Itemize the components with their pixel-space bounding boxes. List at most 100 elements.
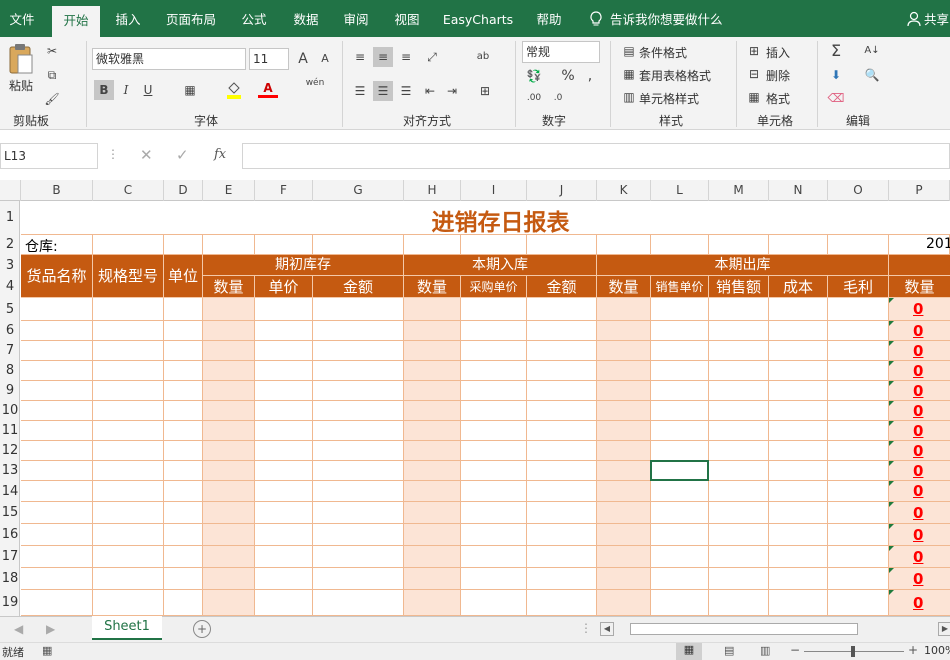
align-bottom-icon[interactable]: ≡ xyxy=(396,47,416,67)
underline-button[interactable]: U xyxy=(138,80,158,100)
cell[interactable] xyxy=(828,421,889,441)
cell[interactable] xyxy=(597,381,651,401)
cell[interactable] xyxy=(313,481,404,502)
cell[interactable] xyxy=(203,235,255,255)
increase-decimal-icon[interactable]: .00 xyxy=(524,88,544,108)
cell[interactable] xyxy=(709,524,769,546)
align-center-icon[interactable]: ☰ xyxy=(373,81,393,101)
cell[interactable] xyxy=(651,421,709,441)
cell[interactable] xyxy=(203,590,255,616)
cell[interactable] xyxy=(709,298,769,321)
cell[interactable] xyxy=(461,502,527,524)
cell[interactable] xyxy=(255,235,313,255)
cell[interactable] xyxy=(404,568,461,590)
row-header-17[interactable]: 17 xyxy=(0,546,20,568)
cell-p-value[interactable]: 0 xyxy=(889,524,950,546)
row-header-6[interactable]: 6 xyxy=(0,321,20,341)
tab-formulas[interactable]: 公式 xyxy=(232,0,276,37)
cell[interactable] xyxy=(651,441,709,461)
row-header-14[interactable]: 14 xyxy=(0,481,20,502)
cell[interactable] xyxy=(828,524,889,546)
cell[interactable] xyxy=(313,461,404,481)
zoom-slider-thumb[interactable] xyxy=(851,646,855,657)
cell[interactable] xyxy=(597,461,651,481)
zoom-in-icon[interactable]: + xyxy=(908,643,918,657)
cell[interactable] xyxy=(597,441,651,461)
cell[interactable] xyxy=(651,546,709,568)
normal-view-icon[interactable]: ▦ xyxy=(676,643,702,660)
conditional-format-button[interactable]: 条件格式 xyxy=(639,44,687,61)
row-header-3[interactable]: 3 xyxy=(0,255,20,276)
scroll-right-icon[interactable]: ▶ xyxy=(938,622,950,636)
cell[interactable] xyxy=(164,502,203,524)
cell[interactable] xyxy=(461,235,527,255)
cell[interactable] xyxy=(93,481,164,502)
cell[interactable] xyxy=(597,568,651,590)
cell-p-value[interactable]: 0 xyxy=(889,502,950,524)
cell[interactable] xyxy=(461,441,527,461)
zoom-level[interactable]: 100% xyxy=(924,644,950,657)
italic-button[interactable]: I xyxy=(116,80,136,100)
cell[interactable] xyxy=(93,524,164,546)
cell[interactable] xyxy=(651,341,709,361)
cell[interactable] xyxy=(651,524,709,546)
zoom-out-icon[interactable]: − xyxy=(790,643,800,657)
cell-p-value[interactable]: 0 xyxy=(889,461,950,481)
cell[interactable] xyxy=(828,298,889,321)
cell[interactable] xyxy=(21,321,93,341)
format-painter-icon[interactable]: 🖌 xyxy=(42,89,62,109)
column-header-b[interactable]: B xyxy=(21,180,93,201)
cell[interactable] xyxy=(21,361,93,381)
cell[interactable] xyxy=(255,381,313,401)
cell[interactable] xyxy=(93,235,164,255)
row-header-10[interactable]: 10 xyxy=(0,401,20,421)
cell[interactable] xyxy=(21,502,93,524)
column-header-c[interactable]: C xyxy=(93,180,164,201)
split-handle-icon[interactable]: ⋮ xyxy=(580,621,592,635)
cell[interactable] xyxy=(527,546,597,568)
align-right-icon[interactable]: ☰ xyxy=(396,81,416,101)
cell[interactable] xyxy=(709,361,769,381)
scroll-sheets-left-icon[interactable]: ◀ xyxy=(14,622,23,636)
tab-page-layout[interactable]: 页面布局 xyxy=(158,0,224,37)
cell[interactable] xyxy=(709,381,769,401)
borders-icon[interactable]: ▦ xyxy=(180,80,200,100)
cell[interactable] xyxy=(597,524,651,546)
tell-me-search[interactable]: 告诉我你想要做什么 xyxy=(610,0,730,37)
cell[interactable] xyxy=(203,421,255,441)
cell[interactable] xyxy=(709,481,769,502)
cell[interactable] xyxy=(597,321,651,341)
column-header-n[interactable]: N xyxy=(769,180,828,201)
scroll-left-icon[interactable]: ◀ xyxy=(600,622,614,636)
cell[interactable] xyxy=(527,401,597,421)
tab-review[interactable]: 审阅 xyxy=(334,0,378,37)
autosum-button[interactable]: Σ xyxy=(826,41,846,61)
cell[interactable] xyxy=(404,235,461,255)
cell[interactable] xyxy=(461,321,527,341)
cell[interactable] xyxy=(404,461,461,481)
cell[interactable] xyxy=(255,401,313,421)
cell[interactable] xyxy=(404,546,461,568)
clear-icon[interactable]: ⌫ xyxy=(826,88,846,108)
cell[interactable] xyxy=(828,401,889,421)
cell-p-value[interactable]: 0 xyxy=(889,381,950,401)
cell[interactable] xyxy=(828,361,889,381)
selected-cell-l13[interactable] xyxy=(650,460,709,481)
scroll-sheets-right-icon[interactable]: ▶ xyxy=(46,622,55,636)
cell[interactable] xyxy=(203,502,255,524)
cell[interactable] xyxy=(164,546,203,568)
cell[interactable] xyxy=(527,590,597,616)
insert-cells-icon[interactable]: ⊞ xyxy=(744,41,764,61)
column-header-o[interactable]: O xyxy=(828,180,889,201)
cell-p-value[interactable]: 0 xyxy=(889,321,950,341)
cell[interactable] xyxy=(769,546,828,568)
cell-p-value[interactable]: 0 xyxy=(889,441,950,461)
decrease-indent-icon[interactable]: ⇤ xyxy=(420,81,440,101)
cell[interactable] xyxy=(203,401,255,421)
bold-button[interactable]: B xyxy=(94,80,114,100)
cell[interactable] xyxy=(164,235,203,255)
increase-indent-icon[interactable]: ⇥ xyxy=(442,81,462,101)
cell[interactable] xyxy=(164,298,203,321)
cell[interactable] xyxy=(313,361,404,381)
tab-data[interactable]: 数据 xyxy=(284,0,328,37)
